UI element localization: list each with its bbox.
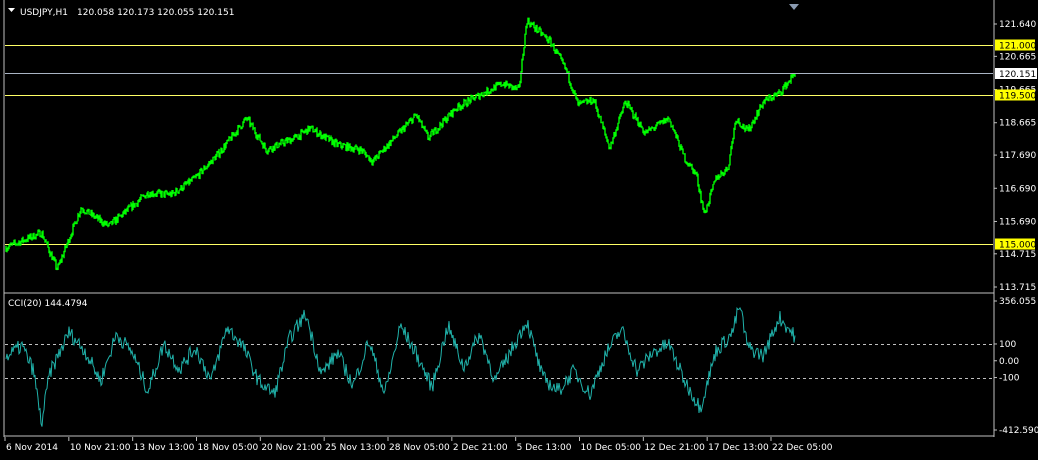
time-tick-label: 18 Nov 05:00	[198, 443, 259, 453]
time-tick-label: 6 Nov 2014	[6, 443, 58, 453]
cci-label: CCI(20) 144.4794	[8, 299, 88, 309]
ohlc-label: 120.058 120.173 120.055 120.151	[77, 8, 234, 18]
time-tick-label: 28 Nov 05:00	[389, 443, 450, 453]
hline-label: 115.000	[999, 241, 1036, 251]
hline-label: 121.000	[999, 42, 1036, 52]
time-tick-label: 5 Dec 13:00	[517, 443, 572, 453]
price-tick-label: 115.690	[999, 217, 1036, 227]
time-tick-label: 25 Nov 13:00	[325, 443, 386, 453]
time-tick-label: 13 Nov 13:00	[134, 443, 195, 453]
time-tick-label: 2 Dec 21:00	[453, 443, 508, 453]
price-series	[5, 17, 796, 271]
shift-marker-icon[interactable]	[789, 4, 799, 10]
price-tick-label: 120.665	[999, 52, 1036, 62]
time-tick-label: 12 Dec 21:00	[644, 443, 705, 453]
chart-svg: 121.640120.665119.665118.665117.690116.6…	[3, 0, 1038, 453]
price-tick-label: 114.715	[999, 250, 1036, 260]
current-price-label: 120.151	[995, 68, 1037, 80]
cci-tick-label: -412.5903	[999, 426, 1038, 436]
time-tick-label: 17 Dec 13:00	[708, 443, 769, 453]
collapse-arrow-icon[interactable]	[8, 8, 15, 12]
price-tick-label: 121.640	[999, 20, 1036, 30]
current-price-text: 120.151	[999, 70, 1036, 80]
symbol-label: USDJPY,H1	[20, 8, 68, 18]
time-tick-label: 22 Dec 05:00	[772, 443, 833, 453]
time-tick-label: 20 Nov 21:00	[261, 443, 322, 453]
cci-series	[5, 307, 796, 427]
chart-window[interactable]: 121.640120.665119.665118.665117.690116.6…	[0, 0, 1038, 457]
time-axis: 6 Nov 2014 10 Nov 21:00 13 Nov 13:00 18 Nov…	[4, 437, 833, 453]
price-tick-label: 117.690	[999, 151, 1036, 161]
time-tick-label: 10 Dec 05:00	[581, 443, 642, 453]
cci-tick-label: 100	[999, 340, 1016, 350]
cci-tick-label: -100	[999, 374, 1020, 384]
price-tick-label: 116.690	[999, 184, 1036, 194]
cci-tick-label: 0.00	[999, 357, 1019, 367]
hline-label: 119.500	[999, 92, 1036, 102]
price-tick-label: 118.665	[999, 119, 1036, 129]
indicator-pane[interactable]: 356.055 100 0.00 -100 -412.5903 CCI(20) 144.…	[4, 297, 1038, 437]
price-tick-label: 113.715	[999, 283, 1036, 293]
cci-tick-label: 356.055	[999, 297, 1036, 307]
time-tick-label: 10 Nov 21:00	[70, 443, 131, 453]
main-pane[interactable]: 121.640120.665119.665118.665117.690116.6…	[4, 4, 1037, 294]
